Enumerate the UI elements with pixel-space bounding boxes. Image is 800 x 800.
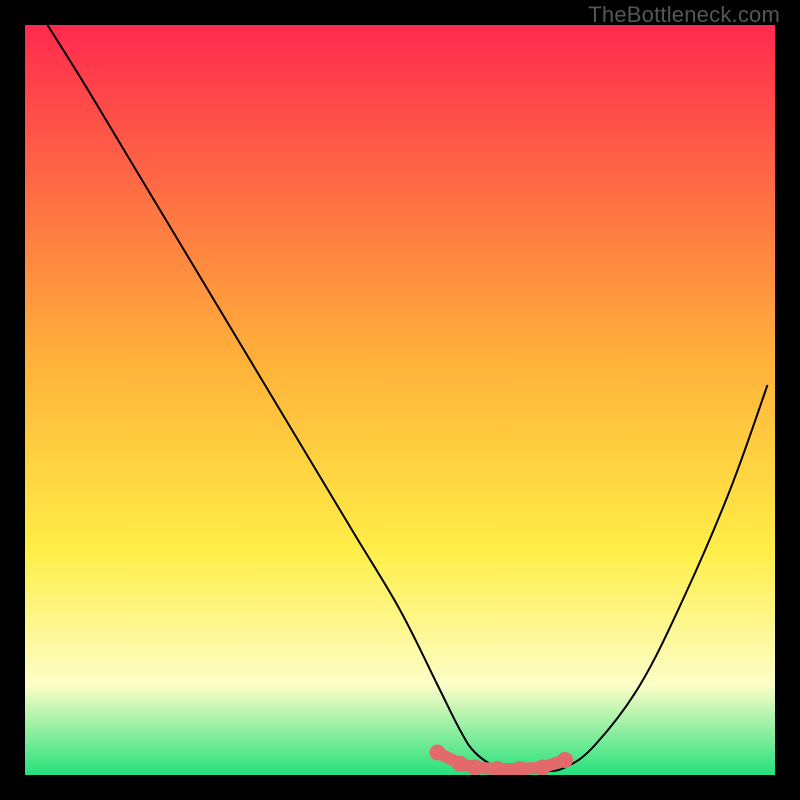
chart-svg bbox=[25, 25, 775, 775]
sweet-spot-marker bbox=[430, 745, 446, 761]
sweet-spot-marker bbox=[452, 756, 468, 772]
sweet-spot-marker bbox=[557, 752, 573, 768]
chart-frame: TheBottleneck.com bbox=[0, 0, 800, 800]
sweet-spot-marker bbox=[535, 760, 551, 776]
sweet-spot-marker bbox=[467, 760, 483, 776]
plot-area bbox=[25, 25, 775, 775]
gradient-background bbox=[25, 25, 775, 775]
